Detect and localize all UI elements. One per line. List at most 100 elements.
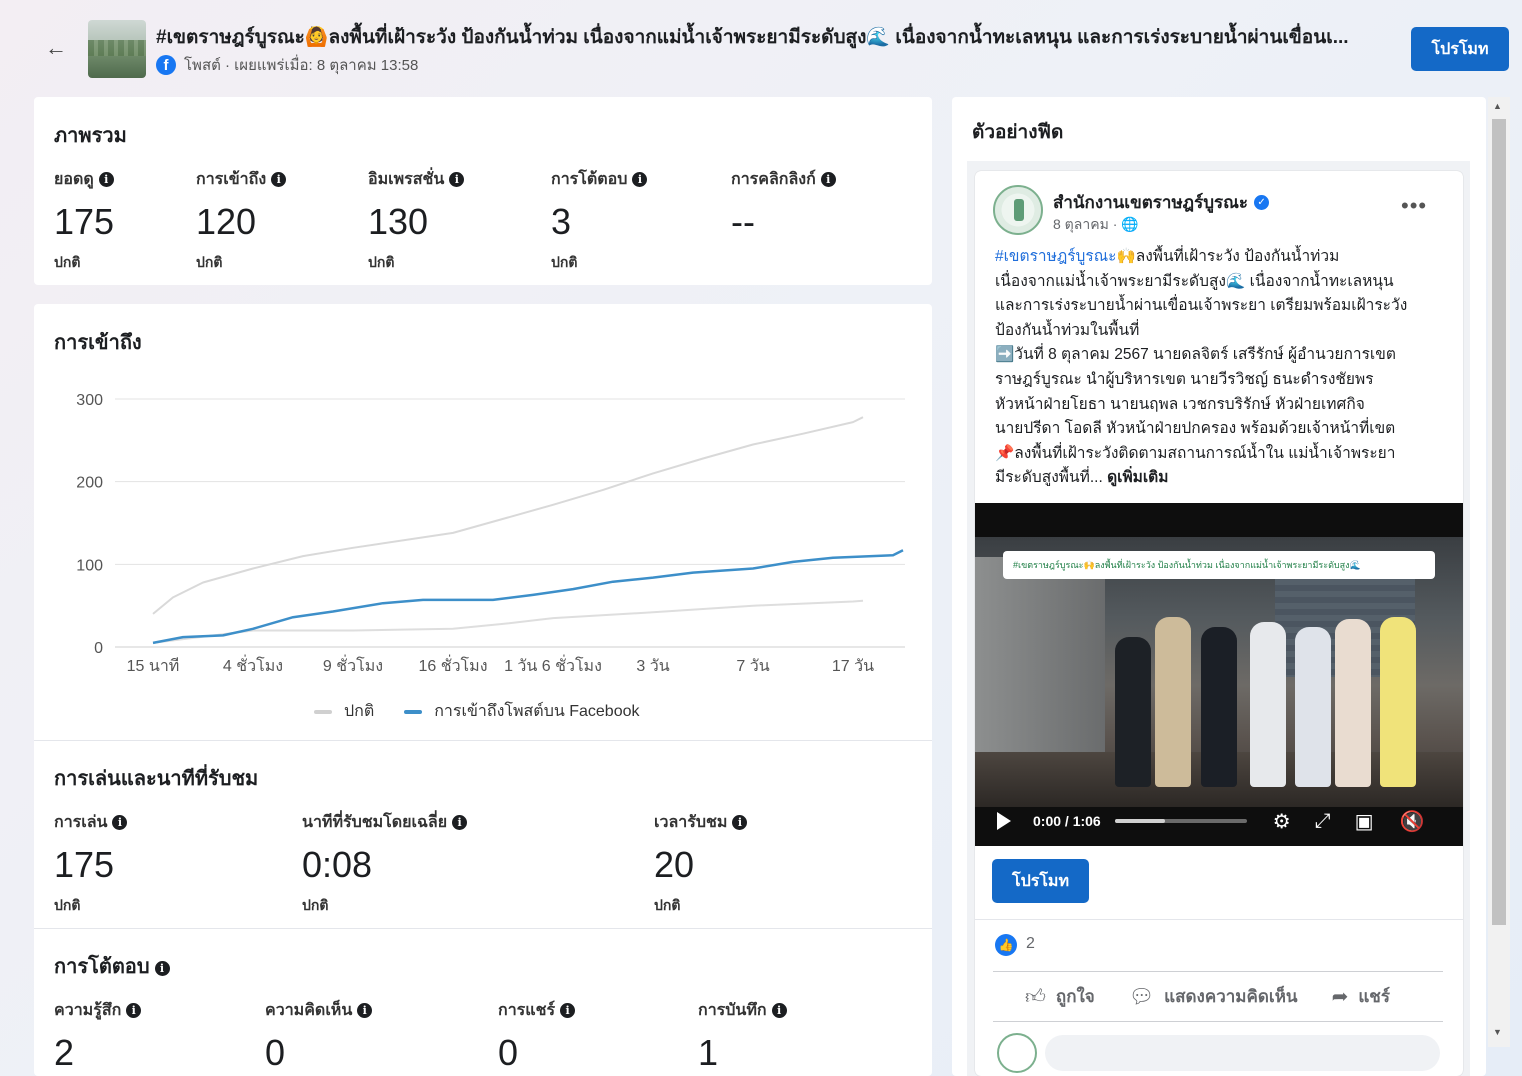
- page-name[interactable]: สำนักงานเขตราษฎร์บูรณะ ✓: [1053, 189, 1270, 216]
- metric-reach: การเข้าถึง i 120 ปกติ: [196, 167, 287, 274]
- picture-in-picture-icon[interactable]: ▣: [1355, 809, 1374, 834]
- post-text-line: หัวหน้าฝ่ายโยธา นายนฤพล เวชกรบริรักษ์ หั…: [995, 395, 1365, 413]
- info-icon[interactable]: i: [154, 961, 170, 976]
- scroll-thumb[interactable]: [1492, 119, 1506, 925]
- info-icon[interactable]: i: [771, 1003, 787, 1018]
- metric-engagement: การโต้ตอบ i 3 ปกติ: [551, 167, 648, 274]
- metric-impressions-label: อิมเพรสชั่น: [368, 171, 445, 188]
- like-label: ถูกใจ: [1055, 987, 1095, 1006]
- divider: [34, 928, 932, 929]
- metric-comments-value: 0: [265, 1032, 286, 1073]
- post-text-line: และการเร่งระบายน้ำผ่านเขื่อนเจ้าพระยา เต…: [995, 297, 1408, 315]
- series-line-0: [152, 416, 864, 615]
- like-button[interactable]: 👍︎ ถูกใจ: [1025, 983, 1095, 1010]
- info-icon[interactable]: i: [112, 815, 128, 830]
- like-reaction-icon[interactable]: 👍: [995, 934, 1017, 956]
- metric-watch-time-value: 20: [654, 844, 695, 885]
- overview-title: ภาพรวม: [54, 125, 127, 147]
- info-icon[interactable]: i: [732, 815, 748, 830]
- reach-title: การเข้าถึง: [54, 332, 142, 354]
- scroll-up-arrow-icon[interactable]: ▲: [1493, 101, 1502, 111]
- legend-item-normal[interactable]: ปกติ: [314, 699, 374, 724]
- scroll-down-arrow-icon[interactable]: ▼: [1493, 1027, 1502, 1037]
- divider: [975, 919, 1463, 920]
- post-text-span: มีระดับสูงพื้นที่...: [995, 469, 1103, 487]
- preview-scrollbar[interactable]: ▲ ▼: [1488, 97, 1510, 1047]
- x-tick-label: 16 ชั่วโมง: [418, 654, 487, 675]
- x-tick-label: 4 ชั่วโมง: [223, 654, 283, 675]
- preview-post: สำนักงานเขตราษฎร์บูรณะ ✓ 8 ตุลาคม · 🌐 ••…: [975, 171, 1463, 1076]
- post-text-line: นายปรีดา โอดลี หัวหน้าฝ่ายปกครอง พร้อมด้…: [995, 420, 1396, 438]
- see-more-link[interactable]: ดูเพิ่มเติม: [1107, 469, 1168, 486]
- info-icon[interactable]: i: [560, 1003, 576, 1018]
- reach-line-chart: 0 100 200 300 15 นาที 4 ชั่วโมง 9 ชั่วโมง 16 ชั…: [76, 392, 905, 675]
- metric-views: ยอดดู i 175 ปกติ: [54, 167, 114, 274]
- x-tick-label: 3 วัน: [636, 658, 669, 675]
- feed-preview-panel: ตัวอย่างฟีด สำนักงานเขตราษฎร์บูรณะ ✓ 8 ต…: [952, 97, 1486, 1076]
- post-meta-text: โพสต์ · เผยแพร่เมื่อ: 8 ตุลาคม 13:58: [184, 57, 419, 74]
- post-text-line: ป้องกันน้ำท่วมในพื้นที่: [995, 321, 1140, 339]
- x-tick-label: 7 วัน: [736, 658, 769, 675]
- like-count[interactable]: 2: [1026, 935, 1035, 953]
- metric-reach-value: 120: [196, 201, 257, 242]
- info-icon[interactable]: i: [632, 172, 648, 187]
- fullscreen-icon[interactable]: ⤢: [1315, 810, 1331, 833]
- post-text-line: ราษฎร์บูรณะ นำผู้บริหารเขต นายวีรวิชญ์ ธ…: [995, 370, 1374, 388]
- video-player[interactable]: #เขตราษฎร์บูรณะ🙌ลงพื้นที่เฝ้าระวัง ป้องก…: [975, 503, 1463, 846]
- post-text-line: 📌ลงพื้นที่เฝ้าระวังติดตามสถานการณ์น้ำใน …: [995, 444, 1396, 462]
- hashtag-link[interactable]: #เขตราษฎร์บูรณะ: [995, 248, 1116, 265]
- share-button[interactable]: ➦ แชร์: [1332, 983, 1390, 1010]
- settings-gear-icon[interactable]: ⚙: [1273, 809, 1291, 834]
- play-icon[interactable]: [997, 812, 1011, 830]
- series-line-1: [152, 599, 864, 644]
- chart-legend: ปกติ การเข้าถึงโพสต์บน Facebook: [314, 699, 640, 724]
- divider: [993, 971, 1443, 972]
- comment-button[interactable]: 💬︎ แสดงความคิดเห็น: [1129, 983, 1298, 1010]
- post-text-line: #เขตราษฎร์บูรณะ🙌ลงพื้นที่เฝ้าระวัง ป้องก…: [995, 245, 1450, 270]
- metric-plays-value: 175: [54, 844, 115, 885]
- feed-preview-title: ตัวอย่างฟีด: [972, 122, 1064, 143]
- metric-link-clicks: การคลิกลิงก์ i --: [731, 167, 836, 242]
- plays-title: การเล่นและนาทีที่รับชม: [54, 768, 259, 790]
- facebook-icon: f: [156, 55, 176, 75]
- info-icon[interactable]: i: [98, 172, 114, 187]
- back-arrow-icon[interactable]: ←: [40, 34, 72, 62]
- engagement-title-text: การโต้ตอบ: [54, 956, 150, 978]
- share-arrow-icon: ➦: [1331, 986, 1349, 1008]
- post-text: #เขตราษฎร์บูรณะ🙌ลงพื้นที่เฝ้าระวัง ป้องก…: [995, 245, 1450, 491]
- promote-button[interactable]: โปรโมท: [1411, 27, 1509, 71]
- info-icon[interactable]: i: [357, 1003, 373, 1018]
- legend-swatch: [404, 709, 423, 714]
- info-icon[interactable]: i: [126, 1003, 142, 1018]
- metric-comments-label: ความคิดเห็น: [265, 1002, 353, 1019]
- info-icon[interactable]: i: [271, 172, 287, 187]
- metric-engagement-sub: ปกติ: [551, 254, 578, 270]
- info-icon[interactable]: i: [452, 815, 468, 830]
- video-time: 0:00 / 1:06: [1033, 813, 1101, 829]
- metric-link-clicks-label: การคลิกลิงก์: [731, 171, 816, 188]
- metric-avg-watch-label: นาทีที่รับชมโดยเฉลี่ย: [302, 814, 448, 831]
- post-actions: 👍︎ ถูกใจ 💬︎ แสดงความคิดเห็น ➦ แชร์: [1025, 983, 1390, 1010]
- metric-reactions: ความรู้สึก i 2: [54, 998, 142, 1073]
- metric-comments: ความคิดเห็น i 0: [265, 998, 373, 1073]
- video-progress-bar[interactable]: [1114, 819, 1247, 823]
- legend-item-facebook-reach[interactable]: การเข้าถึงโพสต์บน Facebook: [404, 699, 640, 724]
- mute-icon[interactable]: 🔇: [1400, 809, 1425, 834]
- info-icon[interactable]: i: [449, 172, 465, 187]
- metric-reach-sub: ปกติ: [196, 254, 223, 270]
- comment-input[interactable]: [1045, 1035, 1440, 1071]
- metric-shares-value: 0: [498, 1032, 519, 1073]
- metric-shares: การแชร์ i 0: [498, 998, 576, 1073]
- promote-post-button[interactable]: โปรโมท: [992, 859, 1089, 903]
- engagement-title: การโต้ตอบ i: [54, 950, 170, 982]
- info-icon[interactable]: i: [820, 172, 836, 187]
- overview-card: ภาพรวม ยอดดู i 175 ปกติ การเข้าถึง i 120 ป…: [34, 97, 932, 285]
- x-tick-label: 15 นาที: [127, 657, 180, 675]
- metric-views-sub: ปกติ: [54, 254, 81, 270]
- more-options-icon[interactable]: •••: [1401, 193, 1427, 219]
- video-controls: 0:00 / 1:06 ⚙ ⤢ ▣ 🔇: [975, 803, 1463, 839]
- page-avatar[interactable]: [993, 185, 1043, 235]
- post-meta: f โพสต์ · เผยแพร่เมื่อ: 8 ตุลาคม 13:58: [156, 53, 418, 77]
- metric-engagement-value: 3: [551, 201, 572, 242]
- share-label: แชร์: [1358, 987, 1390, 1006]
